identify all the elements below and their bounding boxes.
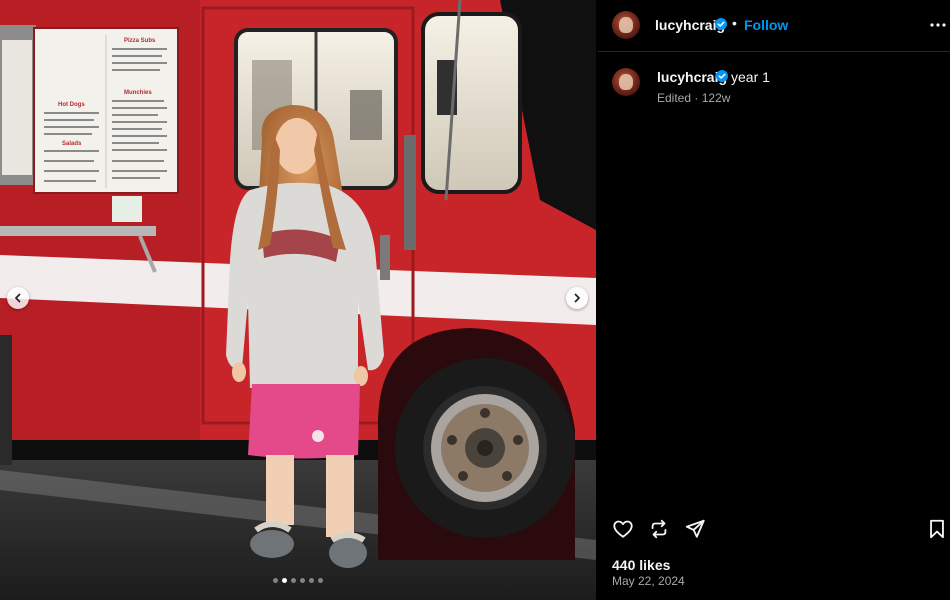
post-date: May 22, 2024 xyxy=(612,574,685,588)
menu-section-pizza-subs: Pizza Subs xyxy=(124,38,156,44)
carousel-dot[interactable] xyxy=(300,578,305,583)
post-media[interactable]: Pizza Subs Hot Dogs Salads Munchies xyxy=(0,0,596,600)
carousel-dot[interactable] xyxy=(291,578,296,583)
repost-icon[interactable] xyxy=(648,518,670,540)
chevron-left-icon xyxy=(15,293,21,303)
action-bar xyxy=(598,505,950,545)
separator-dot: • xyxy=(732,15,737,31)
post-details-panel: lucyhcraig • Follow lucyhcraig year 1 Ed… xyxy=(598,0,950,600)
verified-badge-icon xyxy=(716,70,728,82)
meta-separator: · xyxy=(694,91,702,105)
carousel-prev-button[interactable] xyxy=(7,287,29,309)
carousel-dot[interactable] xyxy=(282,578,287,583)
carousel-next-button[interactable] xyxy=(566,287,588,309)
heart-icon[interactable] xyxy=(612,518,634,540)
verified-badge-icon xyxy=(715,18,727,30)
caption-meta: Edited · 122w xyxy=(657,91,730,105)
post-age[interactable]: 122w xyxy=(702,91,731,105)
carousel-dot[interactable] xyxy=(309,578,314,583)
post-header: lucyhcraig • Follow xyxy=(598,0,950,52)
edited-label: Edited xyxy=(657,91,692,105)
carousel-dots xyxy=(0,578,596,583)
post-photo: Pizza Subs Hot Dogs Salads Munchies xyxy=(0,0,596,600)
more-options-icon[interactable] xyxy=(929,16,947,34)
caption-text: year 1 xyxy=(731,69,770,85)
carousel-dot[interactable] xyxy=(273,578,278,583)
menu-section-salads: Salads xyxy=(62,141,82,147)
likes-count[interactable]: 440 likes xyxy=(612,557,670,573)
menu-section-hot-dogs: Hot Dogs xyxy=(58,102,85,108)
avatar[interactable] xyxy=(612,11,640,39)
caption-avatar[interactable] xyxy=(612,68,640,96)
chevron-right-icon xyxy=(574,293,580,303)
share-icon[interactable] xyxy=(684,518,706,540)
carousel-dot[interactable] xyxy=(318,578,323,583)
menu-section-munchies: Munchies xyxy=(124,90,152,96)
follow-button[interactable]: Follow xyxy=(744,17,788,33)
bookmark-icon[interactable] xyxy=(926,518,948,540)
